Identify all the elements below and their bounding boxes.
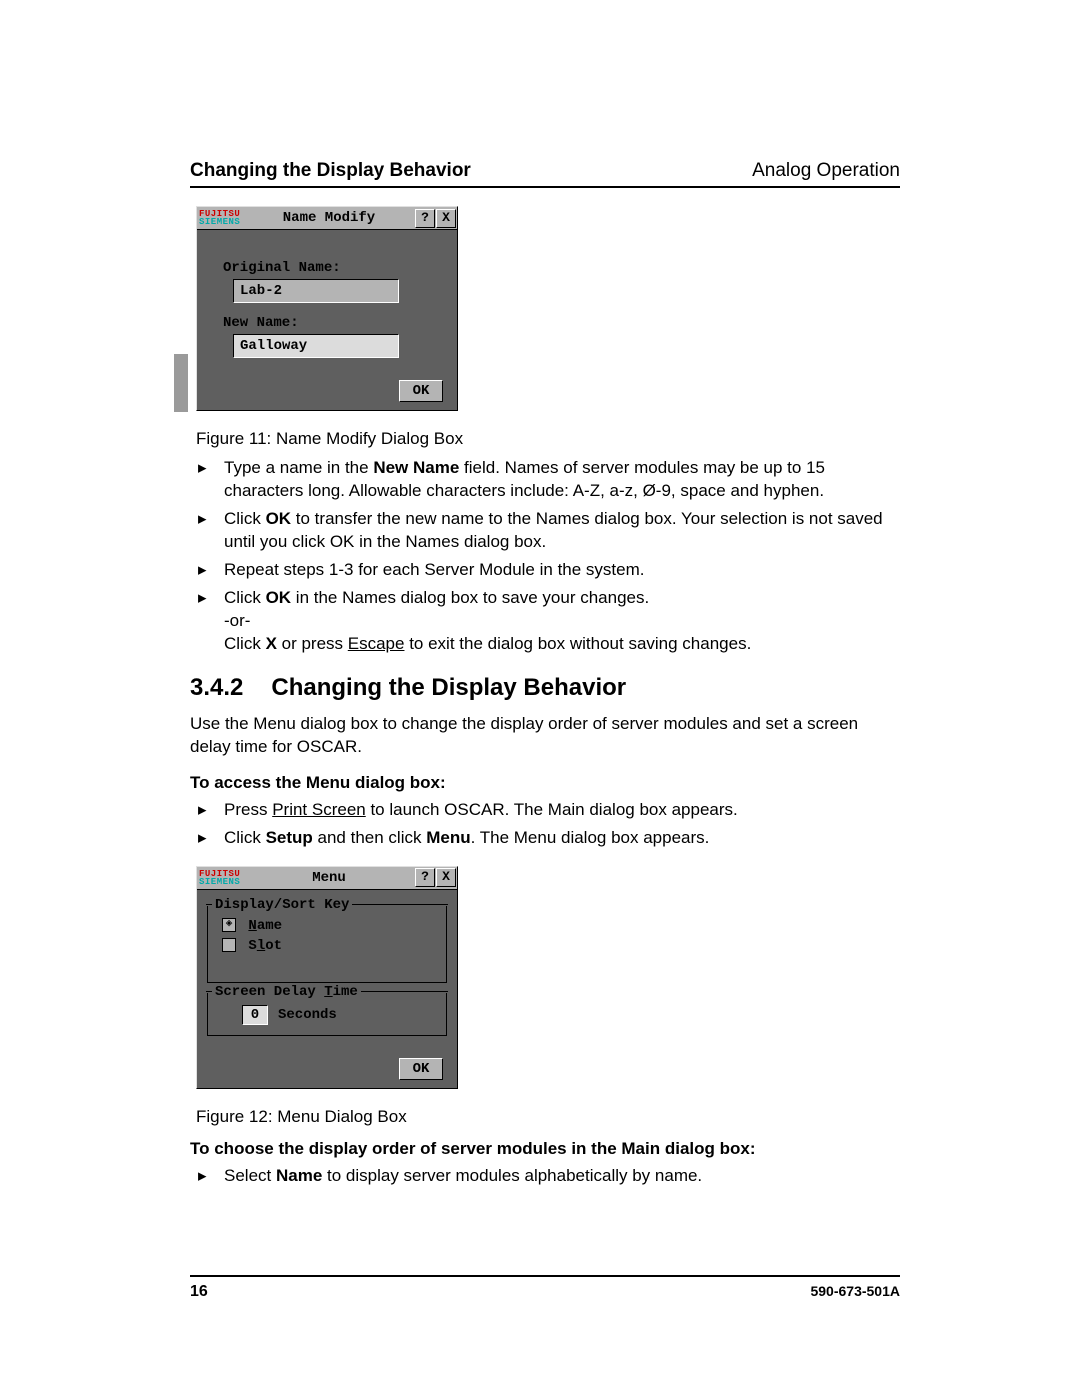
list-item: Click Setup and then click Menu. The Men… bbox=[196, 827, 900, 850]
page-footer: 16 590-673-501A bbox=[190, 1275, 900, 1301]
new-name-input[interactable]: Galloway bbox=[233, 334, 399, 358]
instruction-list-3: Select Name to display server modules al… bbox=[196, 1165, 900, 1188]
or-line: -or- bbox=[224, 610, 900, 633]
dialog-title: Menu bbox=[243, 870, 415, 886]
list-item: Click OK in the Names dialog box to save… bbox=[196, 587, 900, 656]
display-sort-key-fieldset: Display/Sort Key ◈ Name Slot bbox=[207, 906, 447, 983]
titlebar: FUJITSU SIEMENS Menu ? X bbox=[197, 867, 457, 890]
name-modify-dialog: FUJITSU SIEMENS Name Modify ? X Original… bbox=[196, 206, 458, 411]
document-number: 590-673-501A bbox=[810, 1283, 900, 1301]
screen-delay-time-fieldset: Screen Delay Time 0 Seconds bbox=[207, 993, 447, 1036]
list-item: Type a name in the New Name field. Names… bbox=[196, 457, 900, 503]
section-number: 3.4.2 bbox=[190, 674, 243, 702]
header-chapter: Analog Operation bbox=[752, 160, 900, 182]
ok-button[interactable]: OK bbox=[399, 380, 443, 402]
original-name-field: Lab-2 bbox=[233, 279, 399, 303]
close-button[interactable]: X bbox=[436, 209, 456, 228]
seconds-input[interactable]: 0 bbox=[242, 1005, 268, 1025]
titlebar: FUJITSU SIEMENS Name Modify ? X bbox=[197, 207, 457, 230]
help-button[interactable]: ? bbox=[415, 868, 435, 887]
dialog-title: Name Modify bbox=[243, 210, 415, 226]
radio-slot[interactable]: Slot bbox=[222, 938, 436, 954]
figure-11-caption: Figure 11: Name Modify Dialog Box bbox=[196, 429, 900, 449]
fieldset-legend: Display/Sort Key bbox=[212, 897, 352, 913]
list-item: Press Print Screen to launch OSCAR. The … bbox=[196, 799, 900, 822]
section-heading: 3.4.2 Changing the Display Behavior bbox=[190, 674, 900, 702]
instruction-list-1: Type a name in the New Name field. Names… bbox=[196, 457, 900, 656]
page-number: 16 bbox=[190, 1283, 208, 1301]
header-section-title: Changing the Display Behavior bbox=[190, 160, 471, 182]
access-heading: To access the Menu dialog box: bbox=[190, 773, 900, 793]
section-title: Changing the Display Behavior bbox=[271, 674, 626, 702]
fujitsu-siemens-logo: FUJITSU SIEMENS bbox=[197, 870, 243, 886]
seconds-label: Seconds bbox=[278, 1007, 337, 1023]
page: Changing the Display Behavior Analog Ope… bbox=[0, 0, 1080, 1397]
radio-unselected-icon bbox=[222, 938, 236, 952]
running-header: Changing the Display Behavior Analog Ope… bbox=[190, 160, 900, 182]
close-button[interactable]: X bbox=[436, 868, 456, 887]
help-button[interactable]: ? bbox=[415, 209, 435, 228]
footer-rule bbox=[190, 1275, 900, 1277]
thumb-tab bbox=[174, 354, 188, 412]
ok-button[interactable]: OK bbox=[399, 1058, 443, 1080]
list-item: Select Name to display server modules al… bbox=[196, 1165, 900, 1188]
figure-12-caption: Figure 12: Menu Dialog Box bbox=[196, 1107, 900, 1127]
dialog-body: Original Name: Lab-2 New Name: Galloway bbox=[197, 230, 457, 368]
menu-dialog: FUJITSU SIEMENS Menu ? X Display/Sort Ke… bbox=[196, 866, 458, 1089]
radio-name[interactable]: ◈ Name bbox=[222, 918, 436, 934]
list-item: Repeat steps 1-3 for each Server Module … bbox=[196, 559, 900, 582]
new-name-label: New Name: bbox=[223, 315, 443, 331]
section-intro: Use the Menu dialog box to change the di… bbox=[190, 712, 900, 760]
fujitsu-siemens-logo: FUJITSU SIEMENS bbox=[197, 210, 243, 226]
fieldset-legend: Screen Delay Time bbox=[212, 984, 361, 1000]
original-name-label: Original Name: bbox=[223, 260, 443, 276]
header-rule bbox=[190, 186, 900, 188]
choose-heading: To choose the display order of server mo… bbox=[190, 1139, 900, 1159]
escape-line: Click X or press Escape to exit the dial… bbox=[224, 633, 900, 656]
radio-selected-icon: ◈ bbox=[222, 918, 236, 932]
list-item: Click OK to transfer the new name to the… bbox=[196, 508, 900, 554]
instruction-list-2: Press Print Screen to launch OSCAR. The … bbox=[196, 799, 900, 850]
